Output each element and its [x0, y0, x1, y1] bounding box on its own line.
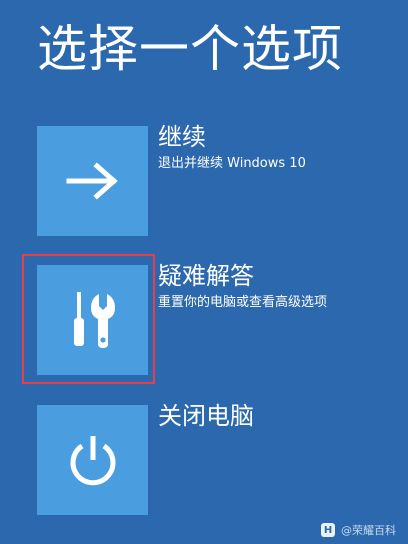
page-title: 选择一个选项: [37, 20, 343, 78]
shutdown-label: 关闭电脑: [158, 402, 254, 430]
troubleshoot-description: 重置你的电脑或查看高级选项: [158, 295, 328, 310]
continue-description: 退出并继续 Windows 10: [158, 156, 306, 171]
continue-tile[interactable]: [37, 126, 148, 236]
power-icon: [70, 436, 115, 486]
arrow-right-icon: [66, 162, 118, 200]
shutdown-tile[interactable]: [37, 405, 148, 515]
continue-option[interactable]: 继续 退出并继续 Windows 10: [37, 123, 397, 236]
troubleshoot-option[interactable]: 疑难解答 重置你的电脑或查看高级选项: [37, 262, 397, 375]
watermark-logo-icon: H: [321, 523, 335, 537]
watermark: H @荣耀百科: [321, 522, 396, 538]
troubleshoot-tile[interactable]: [37, 265, 148, 375]
troubleshoot-label: 疑难解答: [158, 262, 254, 290]
watermark-text: @荣耀百科: [341, 524, 396, 537]
tools-icon: [73, 292, 115, 348]
continue-label: 继续: [158, 123, 206, 151]
shutdown-option[interactable]: 关闭电脑: [37, 402, 397, 515]
